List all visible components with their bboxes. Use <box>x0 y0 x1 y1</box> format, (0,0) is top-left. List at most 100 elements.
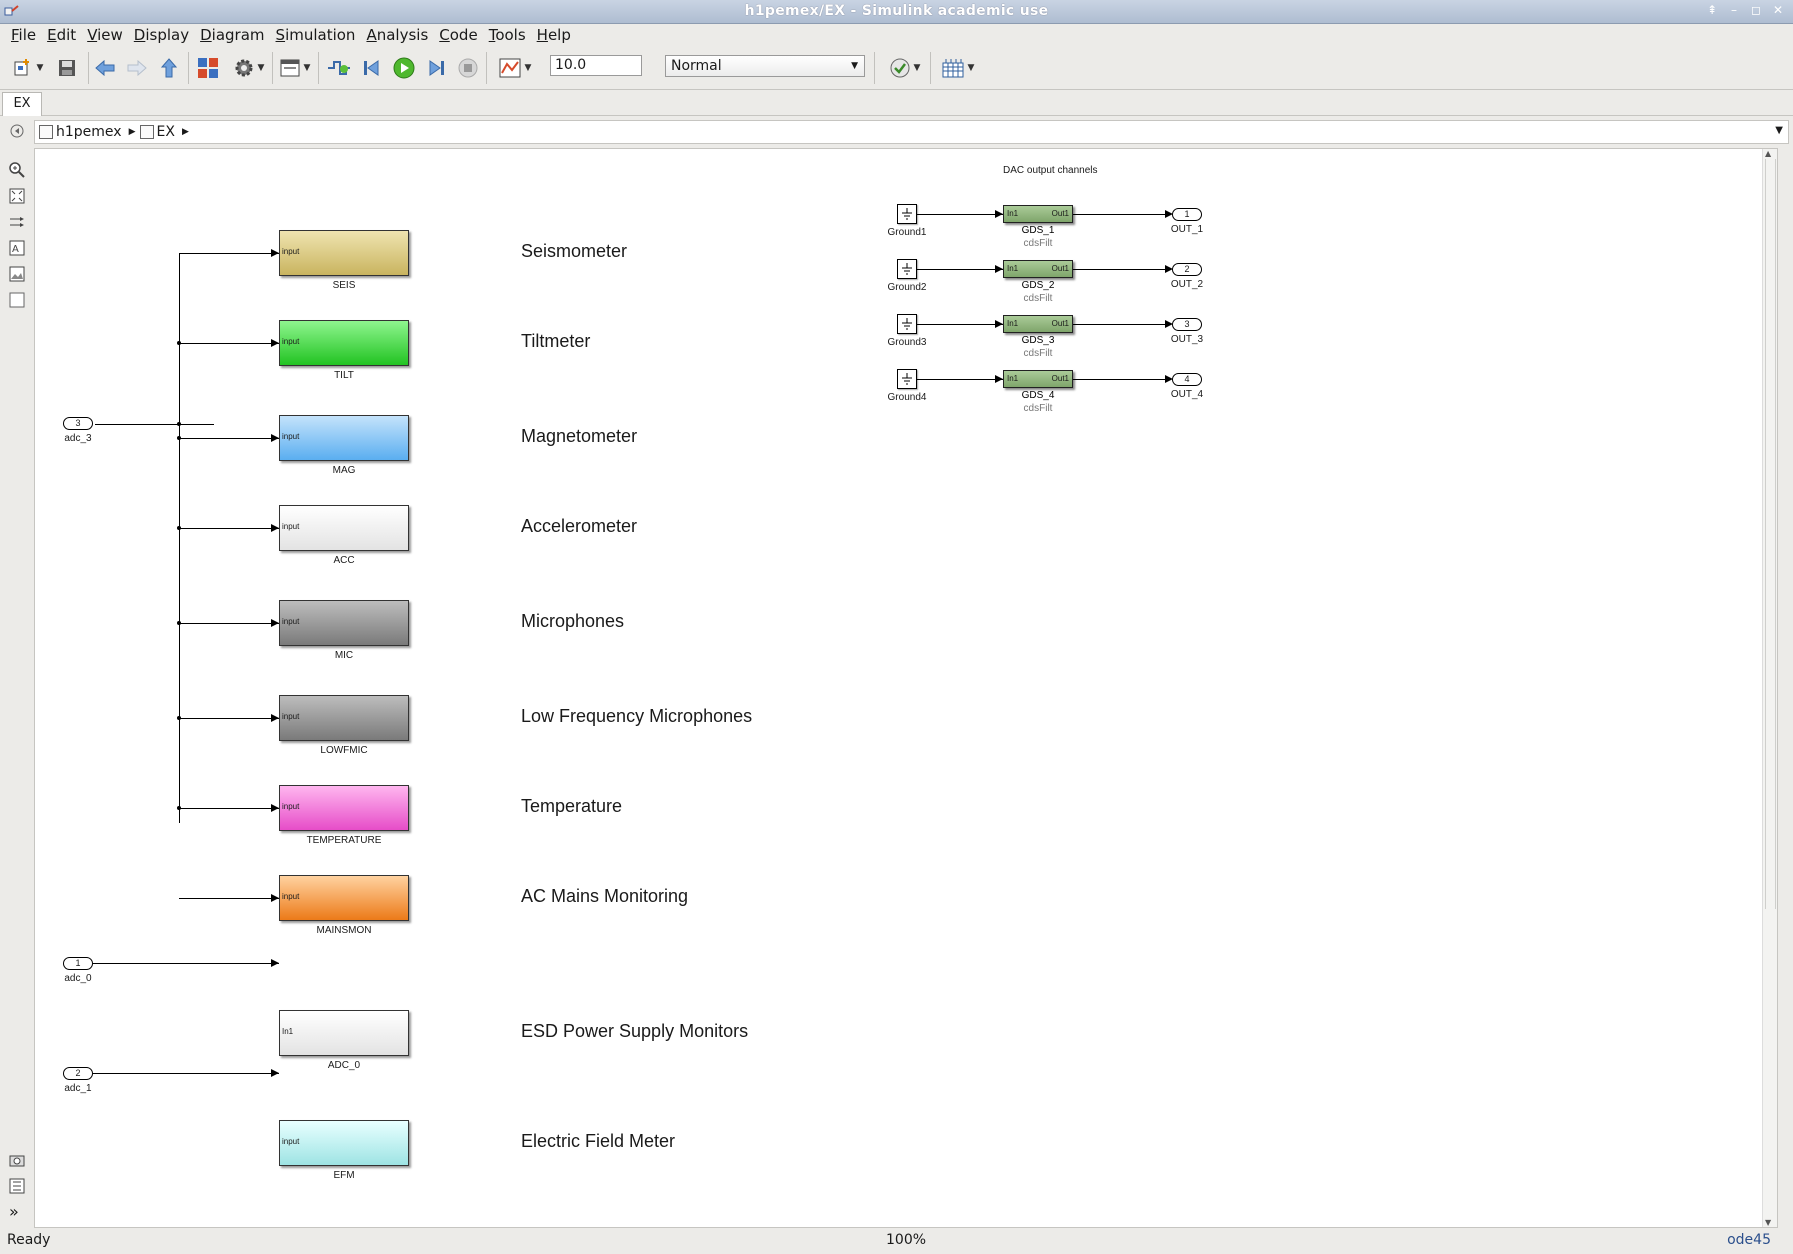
branch-wire <box>179 253 279 254</box>
model-canvas[interactable]: ▲ ▼ DAC output channels input SEIS Seismom… <box>34 148 1778 1228</box>
close-icon[interactable]: ✕ <box>1771 3 1785 17</box>
pin-icon[interactable]: ⇞ <box>1705 3 1719 17</box>
block-adc-0[interactable]: In1 <box>279 1010 409 1056</box>
arrow-line-icon[interactable] <box>9 214 25 230</box>
block-temperature[interactable]: input <box>279 785 409 831</box>
ground-block[interactable] <box>897 369 917 389</box>
build-button[interactable]: ▼ <box>936 56 980 80</box>
block-name-mic: MIC <box>334 650 354 661</box>
gds-block[interactable]: In1 Out1 <box>1003 370 1073 388</box>
menu-diagram[interactable]: Diagram <box>195 26 270 44</box>
expand-palette-icon[interactable]: » <box>9 1202 25 1221</box>
stop-button[interactable] <box>456 56 480 80</box>
new-model-button[interactable]: ▼ <box>8 56 48 80</box>
vertical-scrollbar[interactable]: ▲ ▼ <box>1762 149 1777 1227</box>
block-mic[interactable]: input <box>279 600 409 646</box>
outport-block[interactable]: 1 <box>1172 208 1202 221</box>
hide-explorer-icon[interactable] <box>10 124 24 138</box>
ground-block[interactable] <box>897 314 917 334</box>
chevron-down-icon[interactable]: ▼ <box>1775 125 1783 136</box>
scroll-thumb[interactable] <box>1765 159 1776 909</box>
simulation-mode-select[interactable]: Normal ▼ <box>665 55 865 77</box>
gds-name: GDS_4 <box>1021 390 1055 401</box>
library-browser-button[interactable] <box>196 56 220 80</box>
minimize-icon[interactable]: – <box>1727 3 1741 17</box>
gds-block[interactable]: In1 Out1 <box>1003 315 1073 333</box>
outport-block[interactable]: 4 <box>1172 373 1202 386</box>
block-name-tilt: TILT <box>334 370 354 381</box>
breadcrumb-root[interactable]: h1pemex ▶ <box>39 124 136 140</box>
run-button[interactable] <box>392 56 416 80</box>
camera-icon[interactable] <box>9 1152 25 1168</box>
annotation-icon[interactable]: A <box>9 240 25 256</box>
ground-block[interactable] <box>897 204 917 224</box>
explorer-bar-icon[interactable] <box>9 1178 25 1194</box>
stop-icon <box>458 58 478 78</box>
description-mic: Microphones <box>521 611 625 631</box>
outport-block[interactable]: 3 <box>1172 318 1202 331</box>
gds-out-wire <box>1073 324 1165 325</box>
inport-adc0-label: adc_0 <box>64 973 92 984</box>
fit-to-view-icon[interactable] <box>9 188 25 204</box>
menu-analysis[interactable]: Analysis <box>361 26 434 44</box>
menu-tools[interactable]: Tools <box>484 26 532 44</box>
inport-adc3[interactable]: 3 <box>63 417 93 430</box>
block-tilt[interactable]: input <box>279 320 409 366</box>
inport-adc0[interactable]: 1 <box>63 957 93 970</box>
menu-code[interactable]: Code <box>434 26 483 44</box>
step-back-button[interactable] <box>360 56 384 80</box>
signal-button[interactable] <box>326 56 352 80</box>
solver-link[interactable]: ode45 <box>1727 1232 1771 1248</box>
step-forward-button[interactable] <box>424 56 448 80</box>
block-mag[interactable]: input <box>279 415 409 461</box>
maximize-icon[interactable]: ◻ <box>1749 3 1763 17</box>
branch-arrow <box>271 714 279 722</box>
branch-arrow <box>271 249 279 257</box>
check-icon <box>890 58 910 78</box>
menu-edit[interactable]: Edit <box>42 26 82 44</box>
image-icon[interactable] <box>9 266 25 282</box>
data-inspector-button[interactable]: ▼ <box>494 56 536 80</box>
model-config-button[interactable]: ▼ <box>228 56 270 80</box>
block-lowfmic[interactable]: input <box>279 695 409 741</box>
stop-time-input[interactable]: 10.0 <box>550 55 642 76</box>
inport-adc1-label: adc_1 <box>64 1083 92 1094</box>
block-acc[interactable]: input <box>279 505 409 551</box>
ground-wire <box>917 269 1003 270</box>
menu-display[interactable]: Display <box>129 26 195 44</box>
forward-button[interactable] <box>126 56 148 80</box>
gds-out-wire <box>1073 214 1165 215</box>
gds-block[interactable]: In1 Out1 <box>1003 205 1073 223</box>
back-button[interactable] <box>94 56 116 80</box>
description-efm: Electric Field Meter <box>521 1131 676 1151</box>
chevron-down-icon: ▼ <box>851 61 858 71</box>
menu-view[interactable]: View <box>82 26 129 44</box>
scroll-down-icon[interactable]: ▼ <box>1765 1218 1771 1227</box>
tab-ex[interactable]: EX <box>2 92 42 116</box>
adc0-arrow <box>271 959 279 967</box>
block-seis[interactable]: input <box>279 230 409 276</box>
block-efm[interactable]: input <box>279 1120 409 1166</box>
gds-out-wire <box>1073 379 1165 380</box>
outport-block[interactable]: 2 <box>1172 263 1202 276</box>
up-button[interactable] <box>158 56 180 80</box>
check-button[interactable]: ▼ <box>884 56 926 80</box>
model-explorer-button[interactable]: ▼ <box>276 56 314 80</box>
breadcrumb: h1pemex ▶ EX ▶ ▼ <box>34 120 1789 144</box>
menu-help[interactable]: Help <box>532 26 577 44</box>
block-mainsmon[interactable]: input <box>279 875 409 921</box>
zoom-icon[interactable] <box>9 162 25 178</box>
ground-label: Ground2 <box>887 282 927 293</box>
bus-wire <box>179 254 180 823</box>
gds-block[interactable]: In1 Out1 <box>1003 260 1073 278</box>
menu-file[interactable]: File <box>6 26 42 44</box>
area-icon[interactable] <box>9 292 25 308</box>
library-icon <box>198 58 218 78</box>
save-button[interactable] <box>56 56 78 80</box>
inport-adc1[interactable]: 2 <box>63 1067 93 1080</box>
ground-block[interactable] <box>897 259 917 279</box>
breadcrumb-child[interactable]: EX ▶ <box>139 124 189 140</box>
menu-simulation[interactable]: Simulation <box>271 26 362 44</box>
scroll-up-icon[interactable]: ▲ <box>1765 149 1771 158</box>
gds-out-label: Out1 <box>1051 319 1069 328</box>
